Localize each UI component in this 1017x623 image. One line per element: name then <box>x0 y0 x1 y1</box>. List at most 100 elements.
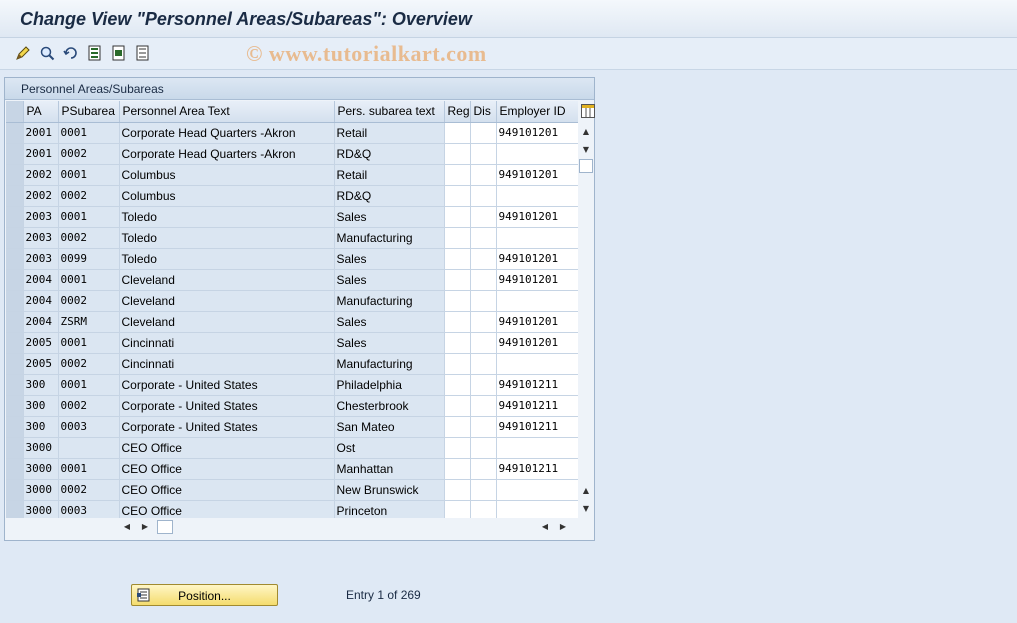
row-selector[interactable] <box>6 311 24 333</box>
cell-reg-input[interactable] <box>444 164 471 186</box>
cell-reg-input[interactable] <box>444 311 471 333</box>
cell-employer-id-input[interactable]: 949101201 <box>496 164 579 186</box>
table-row[interactable]: 2004 0002 Cleveland Manufacturing <box>6 290 579 312</box>
table-row[interactable]: 2002 0002 Columbus RD&Q <box>6 185 579 207</box>
column-header-dis[interactable]: Dis <box>470 101 497 123</box>
cell-reg-input[interactable] <box>444 248 471 270</box>
cell-employer-id-input[interactable] <box>496 479 579 501</box>
cell-reg-input[interactable] <box>444 122 471 144</box>
column-settings-icon[interactable] <box>581 104 595 118</box>
table-row[interactable]: 2003 0002 Toledo Manufacturing <box>6 227 579 249</box>
cell-dis-input[interactable] <box>470 332 497 354</box>
cell-reg-input[interactable] <box>444 269 471 291</box>
select-block-icon[interactable] <box>110 44 128 62</box>
cell-employer-id-input[interactable] <box>496 353 579 375</box>
cell-employer-id-input[interactable] <box>496 227 579 249</box>
scroll-far-left-icon[interactable]: ◀ <box>539 521 551 533</box>
cell-dis-input[interactable] <box>470 143 497 165</box>
cell-reg-input[interactable] <box>444 353 471 375</box>
cell-employer-id-input[interactable]: 949101201 <box>496 248 579 270</box>
cell-dis-input[interactable] <box>470 479 497 501</box>
select-all-icon[interactable] <box>86 44 104 62</box>
cell-dis-input[interactable] <box>470 395 497 417</box>
horizontal-scroll-thumb[interactable] <box>157 520 173 534</box>
table-row[interactable]: 300 0001 Corporate - United States Philadel… <box>6 374 579 396</box>
table-row[interactable]: 2003 0099 Toledo Sales 949101201 <box>6 248 579 270</box>
find-icon[interactable] <box>38 44 56 62</box>
table-row[interactable]: 2005 0002 Cincinnati Manufacturing <box>6 353 579 375</box>
table-row[interactable]: 2004 0001 Cleveland Sales 949101201 <box>6 269 579 291</box>
row-selector[interactable] <box>6 269 24 291</box>
row-selector[interactable] <box>6 164 24 186</box>
scroll-far-right-icon[interactable]: ▶ <box>557 521 569 533</box>
refresh-icon[interactable] <box>62 44 80 62</box>
cell-employer-id-input[interactable]: 949101211 <box>496 395 579 417</box>
position-button[interactable]: Position... <box>131 584 278 606</box>
cell-reg-input[interactable] <box>444 185 471 207</box>
row-selector[interactable] <box>6 122 24 144</box>
column-header-reg[interactable]: Reg <box>444 101 471 123</box>
cell-reg-input[interactable] <box>444 395 471 417</box>
cell-reg-input[interactable] <box>444 416 471 438</box>
row-selector[interactable] <box>6 416 24 438</box>
table-row[interactable]: 2004 ZSRM Cleveland Sales 949101201 <box>6 311 579 333</box>
column-header-pa[interactable]: PA <box>23 101 59 123</box>
table-row[interactable]: 300 0002 Corporate - United States Chesterb… <box>6 395 579 417</box>
cell-dis-input[interactable] <box>470 311 497 333</box>
table-row[interactable]: 3000 0002 CEO Office New Brunswick <box>6 479 579 501</box>
cell-reg-input[interactable] <box>444 437 471 459</box>
table-row[interactable]: 3000 CEO Office Ost <box>6 437 579 459</box>
cell-dis-input[interactable] <box>470 164 497 186</box>
table-row[interactable]: 3000 0001 CEO Office Manhattan 949101211 <box>6 458 579 480</box>
row-selector[interactable] <box>6 479 24 501</box>
cell-employer-id-input[interactable]: 949101201 <box>496 311 579 333</box>
cell-reg-input[interactable] <box>444 479 471 501</box>
row-selector[interactable] <box>6 248 24 270</box>
edit-pencil-icon[interactable] <box>14 44 32 62</box>
horizontal-scrollbar[interactable]: ◀ ▶ ◀ ▶ <box>5 518 594 536</box>
cell-dis-input[interactable] <box>470 185 497 207</box>
row-selector[interactable] <box>6 290 24 312</box>
scroll-page-up-icon[interactable]: ▲ <box>580 485 592 497</box>
cell-employer-id-input[interactable] <box>496 185 579 207</box>
table-row[interactable]: 2005 0001 Cincinnati Sales 949101201 <box>6 332 579 354</box>
table-row[interactable]: 2003 0001 Toledo Sales 949101201 <box>6 206 579 228</box>
cell-employer-id-input[interactable]: 949101211 <box>496 416 579 438</box>
vertical-scroll-thumb[interactable] <box>579 159 593 173</box>
table-row[interactable]: 2002 0001 Columbus Retail 949101201 <box>6 164 579 186</box>
cell-reg-input[interactable] <box>444 227 471 249</box>
cell-employer-id-input[interactable]: 949101211 <box>496 374 579 396</box>
cell-dis-input[interactable] <box>470 290 497 312</box>
scroll-page-down-icon[interactable]: ▼ <box>580 503 592 515</box>
scroll-right-icon[interactable]: ▶ <box>139 521 151 533</box>
cell-reg-input[interactable] <box>444 143 471 165</box>
cell-dis-input[interactable] <box>470 458 497 480</box>
cell-dis-input[interactable] <box>470 437 497 459</box>
row-selector[interactable] <box>6 458 24 480</box>
row-selector[interactable] <box>6 395 24 417</box>
cell-reg-input[interactable] <box>444 374 471 396</box>
table-row[interactable]: 2001 0001 Corporate Head Quarters -Akron Re… <box>6 122 579 144</box>
select-all-column-header[interactable] <box>6 101 24 123</box>
cell-employer-id-input[interactable] <box>496 437 579 459</box>
cell-dis-input[interactable] <box>470 206 497 228</box>
row-selector[interactable] <box>6 353 24 375</box>
scroll-left-icon[interactable]: ◀ <box>121 521 133 533</box>
cell-employer-id-input[interactable]: 949101211 <box>496 458 579 480</box>
cell-reg-input[interactable] <box>444 458 471 480</box>
scroll-down-icon[interactable]: ▼ <box>580 144 592 156</box>
cell-employer-id-input[interactable] <box>496 290 579 312</box>
scroll-up-icon[interactable]: ▲ <box>580 126 592 138</box>
cell-employer-id-input[interactable]: 949101201 <box>496 206 579 228</box>
row-selector[interactable] <box>6 206 24 228</box>
cell-dis-input[interactable] <box>470 416 497 438</box>
cell-dis-input[interactable] <box>470 248 497 270</box>
table-row[interactable]: 300 0003 Corporate - United States San Mate… <box>6 416 579 438</box>
cell-employer-id-input[interactable] <box>496 143 579 165</box>
row-selector[interactable] <box>6 332 24 354</box>
cell-reg-input[interactable] <box>444 332 471 354</box>
cell-dis-input[interactable] <box>470 374 497 396</box>
column-header-area-text[interactable]: Personnel Area Text <box>119 101 335 123</box>
vertical-scrollbar[interactable]: ▲ ▼ ▲ ▼ <box>578 101 595 518</box>
cell-employer-id-input[interactable]: 949101201 <box>496 332 579 354</box>
